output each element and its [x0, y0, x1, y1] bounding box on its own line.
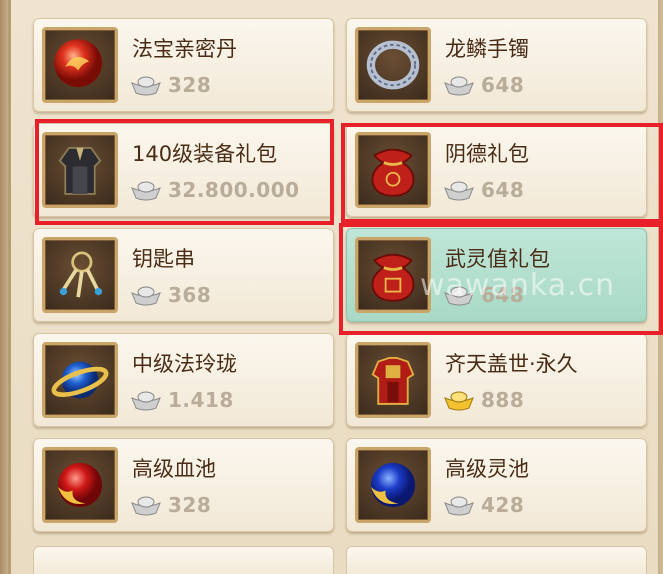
shop-item-card[interactable]: 140级装备礼包 32.800.000 — [33, 123, 334, 217]
item-price: 328 — [168, 493, 212, 517]
price-row: 648 — [443, 283, 524, 307]
price-row: 428 — [443, 493, 524, 517]
shop-item-card[interactable]: 龙鳞手镯 648 — [346, 18, 647, 112]
item-name: 龙鳞手镯 — [445, 37, 529, 61]
bracelet-icon — [355, 27, 431, 103]
item-name: 140级装备礼包 — [132, 142, 278, 166]
item-price: 648 — [481, 178, 525, 202]
red-pouch-icon — [355, 237, 431, 313]
silver-ingot-icon — [131, 391, 161, 411]
silver-ingot-icon — [131, 76, 161, 96]
shop-item-card[interactable]: 齐天盖世·永久 888 — [346, 333, 647, 427]
item-name: 法宝亲密丹 — [132, 37, 237, 61]
price-row: 368 — [130, 283, 211, 307]
silver-ingot-icon — [444, 181, 474, 201]
silver-ingot-icon — [444, 76, 474, 96]
price-row: 648 — [443, 73, 524, 97]
item-name: 高级血池 — [132, 457, 216, 481]
robe-icon — [42, 132, 118, 208]
price-row: 32.800.000 — [130, 178, 300, 202]
item-name: 阴德礼包 — [445, 142, 529, 166]
price-row: 328 — [130, 493, 211, 517]
item-name: 武灵值礼包 — [445, 247, 550, 271]
blue-yinyang-orb-icon — [355, 447, 431, 523]
shop-item-card-partial[interactable] — [33, 546, 334, 574]
item-name: 中级法玲珑 — [132, 352, 237, 376]
shop-item-card[interactable]: 中级法玲珑 1.418 — [33, 333, 334, 427]
shop-item-card[interactable]: 法宝亲密丹 328 — [33, 18, 334, 112]
price-row: 328 — [130, 73, 211, 97]
price-row: 1.418 — [130, 388, 234, 412]
item-name: 高级灵池 — [445, 457, 529, 481]
shop-item-card-partial[interactable] — [346, 546, 647, 574]
silver-ingot-icon — [131, 496, 161, 516]
item-name: 钥匙串 — [132, 247, 195, 271]
item-price: 428 — [481, 493, 525, 517]
silver-ingot-icon — [131, 181, 161, 201]
shop-grid: 法宝亲密丹 328 龙鳞手镯 648 140级装备礼包 32.800.000 阴… — [33, 18, 647, 532]
silver-ingot-icon — [131, 286, 161, 306]
price-row: 648 — [443, 178, 524, 202]
silver-ingot-icon — [444, 286, 474, 306]
item-price: 368 — [168, 283, 212, 307]
shop-item-card[interactable]: 高级灵池 428 — [346, 438, 647, 532]
item-price: 1.418 — [168, 388, 234, 412]
shop-item-card[interactable]: 阴德礼包 648 — [346, 123, 647, 217]
item-price: 648 — [481, 283, 525, 307]
red-yinyang-orb-icon — [42, 447, 118, 523]
item-name: 齐天盖世·永久 — [445, 352, 578, 376]
red-pouch-icon — [355, 132, 431, 208]
armor-icon — [355, 342, 431, 418]
item-price: 328 — [168, 73, 212, 97]
item-price: 648 — [481, 73, 525, 97]
shop-item-card-selected[interactable]: 武灵值礼包 648 — [346, 228, 647, 322]
blue-orb-ring-icon — [42, 342, 118, 418]
red-orb-icon — [42, 27, 118, 103]
price-row: 888 — [443, 388, 524, 412]
gold-ingot-icon — [444, 391, 474, 411]
item-price: 888 — [481, 388, 525, 412]
item-price: 32.800.000 — [168, 178, 300, 202]
shop-item-card[interactable]: 钥匙串 368 — [33, 228, 334, 322]
key-ring-icon — [42, 237, 118, 313]
silver-ingot-icon — [444, 496, 474, 516]
next-row-peek — [33, 546, 647, 574]
shop-item-card[interactable]: 高级血池 328 — [33, 438, 334, 532]
